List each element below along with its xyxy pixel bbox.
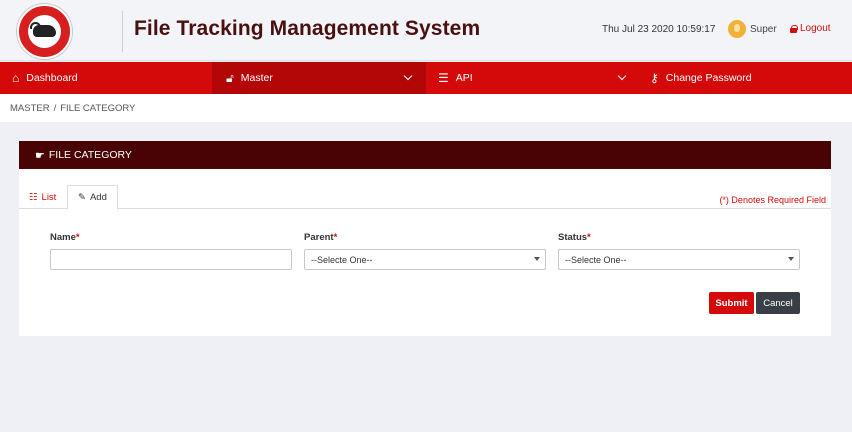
emblem-logo [17, 4, 72, 59]
dropdown-arrow-icon [534, 257, 540, 261]
hand-pointer-icon: ☛ [35, 149, 45, 162]
breadcrumb-root[interactable]: MASTER [10, 103, 50, 114]
tab-bar: ☷ List ✎ Add [19, 185, 831, 210]
tab-label: Add [89, 192, 107, 203]
nav-label: Change Password [665, 72, 752, 84]
nav-item-dashboard[interactable]: ⌂ Dashboard [12, 62, 78, 94]
file-category-card: ☛ FILE CATEGORY ☷ List ✎ Add (*) Denotes… [19, 141, 831, 336]
tab-add[interactable]: ✎ Add [67, 185, 118, 210]
breadcrumb-current: FILE CATEGORY [60, 102, 136, 114]
required-field-note: (*) Denotes Required Field [719, 195, 826, 205]
header-divider [122, 11, 123, 52]
nav-item-api[interactable]: ☰ API [438, 62, 632, 94]
cancel-button[interactable]: Cancel [756, 292, 800, 314]
parent-select[interactable]: --Selecte One-- [304, 249, 546, 270]
nav-item-master[interactable]: 🔓︎ Master [212, 62, 426, 94]
tab-label: List [41, 191, 57, 203]
status-label: Status* [558, 232, 591, 243]
key-icon: ⚷ [650, 71, 659, 85]
user-name[interactable]: Super [750, 24, 777, 35]
user-avatar[interactable] [728, 20, 746, 38]
parent-select-value: --Selecte One-- [311, 254, 373, 265]
status-select-value: --Selecte One-- [565, 254, 627, 265]
name-label-text: Name [50, 232, 76, 243]
required-mark: * [587, 232, 591, 243]
name-input[interactable] [50, 249, 292, 270]
list-icon: ☷ [29, 191, 38, 203]
name-label: Name* [50, 232, 80, 243]
nav-label: API [455, 72, 473, 84]
app-title: File Tracking Management System [134, 17, 481, 40]
yak-emblem-icon [30, 22, 56, 37]
tab-list[interactable]: ☷ List [19, 185, 66, 209]
card-header: ☛ FILE CATEGORY [19, 141, 831, 169]
logo-inner [28, 15, 61, 48]
logout-label: Logout [800, 23, 831, 34]
nav-label: Master [240, 72, 273, 84]
status-label-text: Status [558, 232, 588, 243]
main-nav: ⌂ Dashboard 🔓︎ Master ☰ API ⚷ Change Pas… [0, 62, 852, 94]
chevron-down-icon [403, 71, 413, 81]
breadcrumb-separator: / [53, 102, 57, 114]
nav-label: Dashboard [26, 72, 78, 84]
home-icon: ⌂ [12, 71, 20, 85]
edit-icon: ✎ [78, 192, 86, 203]
required-mark: * [75, 232, 80, 243]
chevron-down-icon [617, 71, 627, 81]
server-icon: ☰ [438, 71, 449, 85]
status-select[interactable]: --Selecte One-- [558, 249, 800, 270]
lock-icon: 🔓︎ [226, 71, 234, 85]
parent-label-text: Parent [304, 232, 334, 243]
top-header: File Tracking Management System Thu Jul … [0, 0, 852, 61]
dropdown-arrow-icon [788, 257, 794, 261]
lock-icon [790, 24, 798, 33]
submit-button[interactable]: Submit [709, 292, 754, 314]
logout-link[interactable]: Logout [790, 23, 831, 34]
current-datetime: Thu Jul 23 2020 10:59:17 [602, 24, 716, 35]
nav-item-change-password[interactable]: ⚷ Change Password [650, 62, 752, 94]
parent-label: Parent* [304, 232, 337, 243]
card-title: FILE CATEGORY [48, 149, 132, 161]
breadcrumb: MASTER / FILE CATEGORY [0, 94, 852, 122]
required-mark: * [333, 232, 338, 243]
